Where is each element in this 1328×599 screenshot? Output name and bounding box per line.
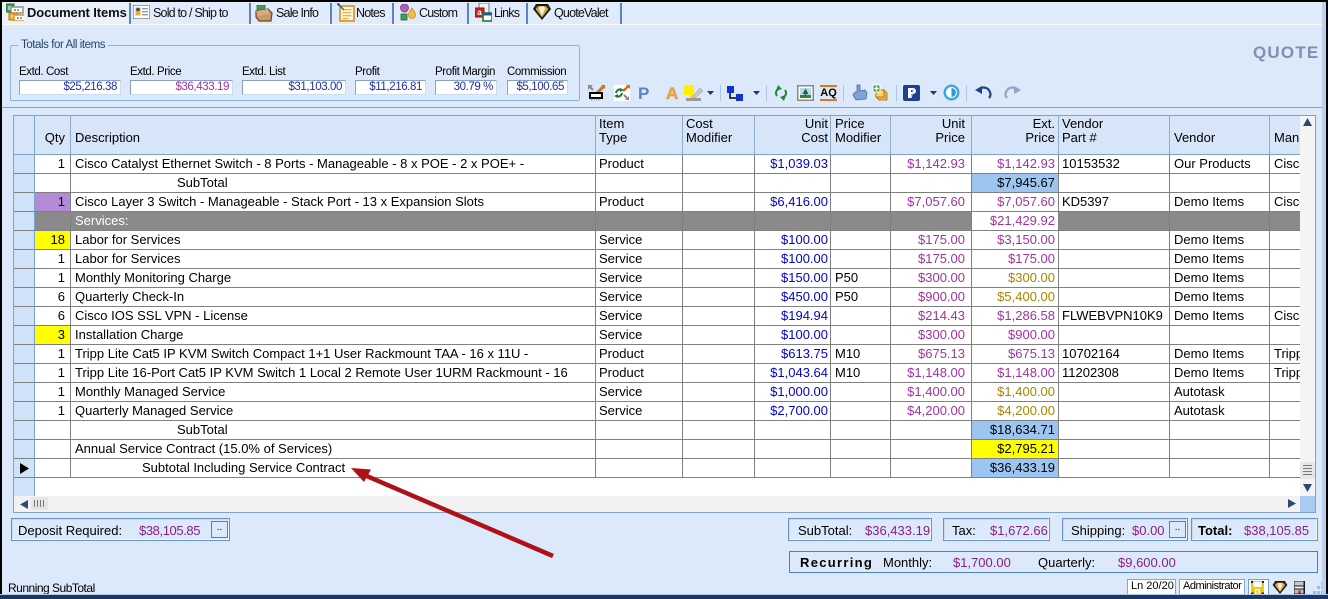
svg-text:a: a <box>477 8 482 17</box>
